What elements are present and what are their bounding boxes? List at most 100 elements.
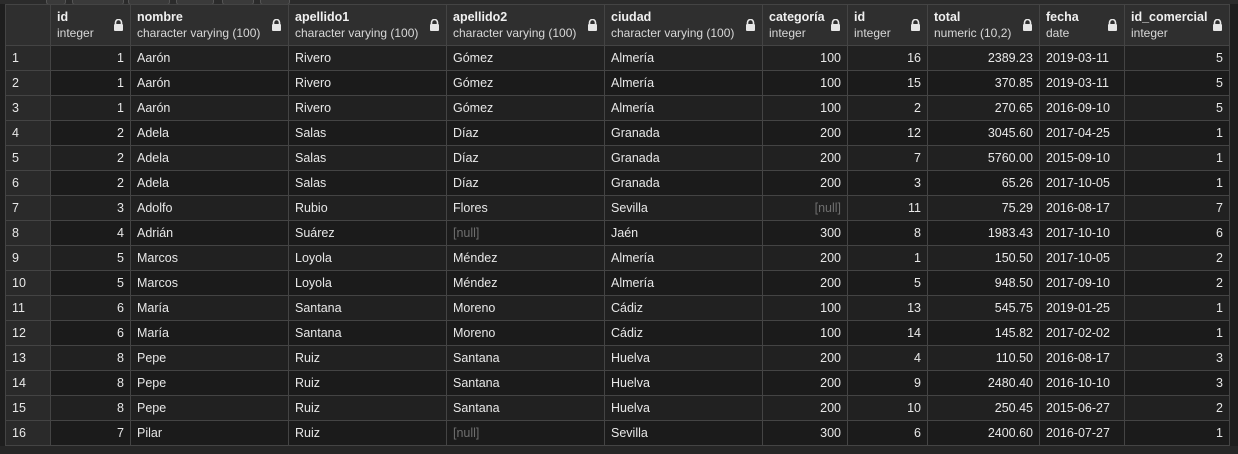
row-number[interactable]: 7	[5, 195, 51, 221]
table-cell[interactable]: Aarón	[130, 95, 289, 121]
table-cell[interactable]: 2	[1124, 270, 1230, 296]
table-cell[interactable]: Loyola	[288, 270, 447, 296]
table-cell[interactable]: 10	[847, 395, 928, 421]
table-cell[interactable]: Salas	[288, 170, 447, 196]
table-cell[interactable]: 1	[1124, 170, 1230, 196]
table-cell[interactable]: Huelva	[604, 395, 763, 421]
table-cell[interactable]: 270.65	[927, 95, 1040, 121]
table-cell[interactable]: 200	[762, 145, 848, 171]
table-cell[interactable]: María	[130, 320, 289, 346]
table-cell[interactable]: Marcos	[130, 245, 289, 271]
table-cell[interactable]: 200	[762, 245, 848, 271]
table-cell[interactable]: 3045.60	[927, 120, 1040, 146]
table-cell[interactable]: Adrián	[130, 220, 289, 246]
table-cell[interactable]: Huelva	[604, 345, 763, 371]
table-cell[interactable]: Ruiz	[288, 420, 447, 446]
table-cell[interactable]: 5	[1124, 70, 1230, 96]
table-cell[interactable]: 11	[847, 195, 928, 221]
table-cell[interactable]: 75.29	[927, 195, 1040, 221]
table-cell[interactable]: 1	[50, 45, 131, 71]
table-row[interactable]: 2 1 Aarón Rivero Gómez Almería 100 15 370.85 2019…	[5, 70, 1230, 96]
table-cell[interactable]: Granada	[604, 170, 763, 196]
table-cell[interactable]: Marcos	[130, 270, 289, 296]
table-cell[interactable]: Pepe	[130, 395, 289, 421]
table-cell[interactable]: [null]	[446, 420, 605, 446]
table-row[interactable]: 1 1 Aarón Rivero Gómez Almería 100 16 2389.23 201…	[5, 45, 1230, 71]
table-cell[interactable]: 2	[50, 120, 131, 146]
table-cell[interactable]: 545.75	[927, 295, 1040, 321]
table-cell[interactable]: Flores	[446, 195, 605, 221]
table-cell[interactable]: 6	[847, 420, 928, 446]
column-header[interactable]: id_comercial integer	[1124, 4, 1230, 46]
table-cell[interactable]: 2019-03-11	[1039, 70, 1125, 96]
row-number[interactable]: 15	[5, 395, 51, 421]
table-cell[interactable]: 14	[847, 320, 928, 346]
table-cell[interactable]: 100	[762, 95, 848, 121]
table-cell[interactable]: 3	[50, 195, 131, 221]
row-number[interactable]: 6	[5, 170, 51, 196]
horizontal-scrollbar[interactable]	[0, 446, 1238, 454]
table-row[interactable]: 16 7 Pilar Ruiz [null] Sevilla 300 6 2400.60 2016…	[5, 420, 1230, 446]
table-cell[interactable]: Aarón	[130, 45, 289, 71]
table-cell[interactable]: 2016-08-17	[1039, 345, 1125, 371]
table-cell[interactable]: Granada	[604, 120, 763, 146]
table-cell[interactable]: 6	[50, 295, 131, 321]
row-number[interactable]: 11	[5, 295, 51, 321]
table-cell[interactable]: 948.50	[927, 270, 1040, 296]
table-cell[interactable]: 1	[50, 95, 131, 121]
row-number[interactable]: 1	[5, 45, 51, 71]
table-cell[interactable]: 2016-07-27	[1039, 420, 1125, 446]
table-cell[interactable]: 145.82	[927, 320, 1040, 346]
table-cell[interactable]: 16	[847, 45, 928, 71]
table-cell[interactable]: Ruiz	[288, 395, 447, 421]
table-cell[interactable]: 2016-10-10	[1039, 370, 1125, 396]
table-row[interactable]: 5 2 Adela Salas Díaz Granada 200 7 5760.00 2015-0…	[5, 145, 1230, 171]
row-number[interactable]: 16	[5, 420, 51, 446]
table-cell[interactable]: Suárez	[288, 220, 447, 246]
table-cell[interactable]: 8	[50, 395, 131, 421]
table-cell[interactable]: Pepe	[130, 370, 289, 396]
table-cell[interactable]: 3	[1124, 345, 1230, 371]
table-cell[interactable]: Almería	[604, 270, 763, 296]
table-cell[interactable]: Santana	[288, 320, 447, 346]
table-cell[interactable]: 1	[1124, 420, 1230, 446]
table-cell[interactable]: 5760.00	[927, 145, 1040, 171]
table-cell[interactable]: Granada	[604, 145, 763, 171]
table-cell[interactable]: 200	[762, 120, 848, 146]
table-cell[interactable]: Loyola	[288, 245, 447, 271]
table-cell[interactable]: Sevilla	[604, 195, 763, 221]
table-cell[interactable]: 7	[50, 420, 131, 446]
column-header[interactable]: apellido2 character varying (100)	[446, 4, 605, 46]
table-cell[interactable]: 2	[847, 95, 928, 121]
table-row[interactable]: 6 2 Adela Salas Díaz Granada 200 3 65.26 2017-10-…	[5, 170, 1230, 196]
table-cell[interactable]: Díaz	[446, 120, 605, 146]
table-row[interactable]: 9 5 Marcos Loyola Méndez Almería 200 1 150.50 201…	[5, 245, 1230, 271]
table-cell[interactable]: 1	[1124, 145, 1230, 171]
table-cell[interactable]: Méndez	[446, 245, 605, 271]
table-cell[interactable]: Díaz	[446, 145, 605, 171]
table-cell[interactable]: 4	[50, 220, 131, 246]
table-row[interactable]: 12 6 María Santana Moreno Cádiz 100 14 145.82 201…	[5, 320, 1230, 346]
column-header[interactable]: ciudad character varying (100)	[604, 4, 763, 46]
table-cell[interactable]: Díaz	[446, 170, 605, 196]
table-cell[interactable]: 2400.60	[927, 420, 1040, 446]
table-cell[interactable]: Almería	[604, 95, 763, 121]
table-cell[interactable]: 2	[50, 145, 131, 171]
table-cell[interactable]: 2019-03-11	[1039, 45, 1125, 71]
table-cell[interactable]: 2016-08-17	[1039, 195, 1125, 221]
table-cell[interactable]: Adela	[130, 120, 289, 146]
table-cell[interactable]: 1	[1124, 120, 1230, 146]
table-cell[interactable]: 2	[1124, 245, 1230, 271]
row-number[interactable]: 10	[5, 270, 51, 296]
column-header[interactable]: categoría integer	[762, 4, 848, 46]
table-cell[interactable]: Pilar	[130, 420, 289, 446]
table-cell[interactable]: 5	[847, 270, 928, 296]
table-cell[interactable]: Adolfo	[130, 195, 289, 221]
table-cell[interactable]: Gómez	[446, 95, 605, 121]
table-cell[interactable]: 1	[1124, 295, 1230, 321]
table-row[interactable]: 13 8 Pepe Ruiz Santana Huelva 200 4 110.50 2016-0…	[5, 345, 1230, 371]
table-cell[interactable]: 2017-10-10	[1039, 220, 1125, 246]
table-cell[interactable]: Gómez	[446, 70, 605, 96]
table-cell[interactable]: 4	[847, 345, 928, 371]
table-cell[interactable]: 1983.43	[927, 220, 1040, 246]
